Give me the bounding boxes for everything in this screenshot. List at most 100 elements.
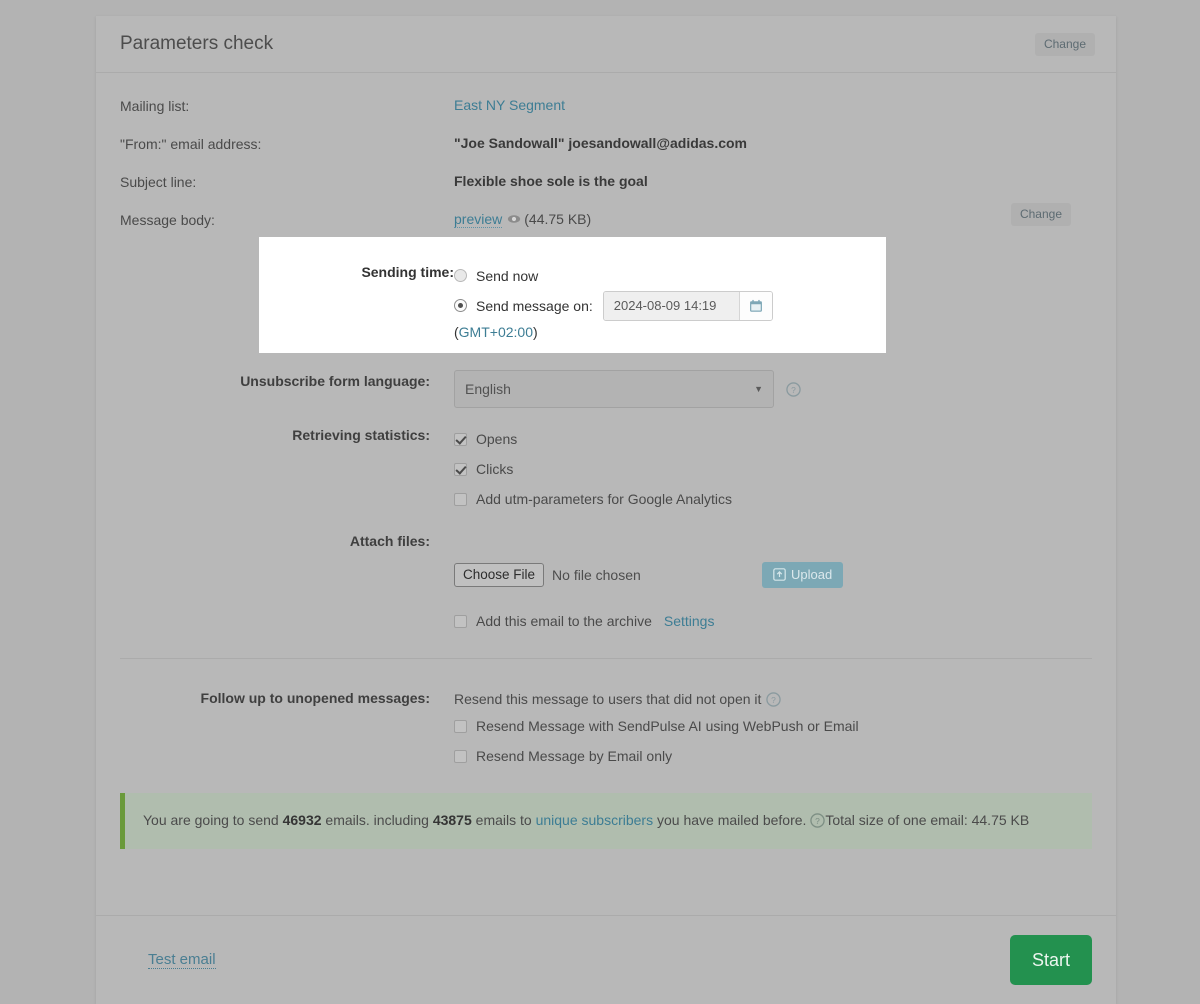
svg-text:?: ?	[815, 816, 820, 826]
unique-subscribers-link[interactable]: unique subscribers	[536, 812, 654, 828]
row-message-body: Message body: preview(44.75 KB) Change	[120, 209, 1092, 230]
row-from-address: "From:" email address: "Joe Sandowall" j…	[120, 133, 1092, 154]
mailing-list-link[interactable]: East NY Segment	[454, 97, 565, 113]
upload-button-label: Upload	[791, 568, 832, 581]
value-unsubscribe-language: English ▼ ?	[454, 370, 1092, 408]
sending-time-spotlight: Sending time: Send now Send message on: …	[259, 237, 886, 353]
datetime-picker[interactable]	[603, 291, 773, 321]
checkbox-row-opens[interactable]: Opens	[454, 424, 1092, 454]
checkbox-row-archive[interactable]: Add this email to the archive Settings	[454, 606, 1092, 636]
banner-text-1: You are going to send	[143, 812, 283, 828]
value-from-address: "Joe Sandowall" joesandowall@adidas.com	[454, 133, 1092, 153]
help-icon-followup[interactable]: ?	[766, 690, 781, 705]
banner-text-5: Total size of one email: 44.75 KB	[825, 812, 1029, 828]
help-icon-banner[interactable]: ?	[810, 810, 825, 825]
label-message-body: Message body:	[120, 209, 454, 230]
checkbox-row-resend-ai[interactable]: Resend Message with SendPulse AI using W…	[454, 711, 1092, 741]
checkbox-resend-sendpulse-ai[interactable]	[454, 720, 467, 733]
value-attach-files: Choose File No file chosen Upload Add th…	[454, 530, 1092, 636]
calendar-button[interactable]	[739, 292, 772, 320]
sending-time-panel: Sending time: Send now Send message on: …	[259, 237, 886, 263]
checkbox-label-opens: Opens	[476, 429, 517, 449]
checkbox-opens[interactable]	[454, 433, 467, 446]
label-follow-up: Follow up to unopened messages:	[120, 687, 454, 708]
value-mailing-list: East NY Segment	[454, 95, 1092, 115]
value-follow-up: Resend this message to users that did no…	[454, 687, 1092, 771]
preview-link[interactable]: preview	[454, 211, 502, 228]
attach-files-spacer	[454, 530, 1092, 560]
checkbox-utm-parameters[interactable]	[454, 493, 467, 506]
row-subject-line: Subject line: Flexible shoe sole is the …	[120, 171, 1092, 192]
row-unsubscribe-language: Unsubscribe form language: English ▼ ?	[120, 370, 1092, 408]
attach-gap	[454, 590, 1092, 606]
change-button-header[interactable]: Change	[1035, 33, 1095, 56]
card-header: Parameters check Change	[96, 16, 1116, 73]
row-follow-up: Follow up to unopened messages: Resend t…	[120, 687, 1092, 771]
value-message-body: preview (44.75 KB)	[454, 209, 1092, 229]
summary-banner: You are going to send 46932 emails. incl…	[120, 793, 1092, 849]
follow-up-description: Resend this message to users that did no…	[454, 691, 761, 707]
banner-total-count: 46932	[283, 812, 322, 828]
checkbox-clicks[interactable]	[454, 463, 467, 476]
radio-send-message-on[interactable]	[454, 299, 467, 312]
checkbox-label-resend-email-only: Resend Message by Email only	[476, 746, 672, 766]
checkbox-label-resend-sendpulse-ai: Resend Message with SendPulse AI using W…	[476, 716, 859, 736]
chevron-down-icon: ▼	[754, 379, 763, 399]
label-unsubscribe-language: Unsubscribe form language:	[120, 370, 454, 391]
follow-up-description-line: Resend this message to users that did no…	[454, 687, 1092, 711]
timezone-link[interactable]: GMT+02:00	[459, 324, 533, 340]
test-email-link[interactable]: Test email	[148, 951, 216, 969]
label-sending-time: Sending time:	[259, 264, 454, 280]
radio-send-now[interactable]	[454, 269, 467, 282]
file-input-row: Choose File No file chosen Upload	[454, 560, 1092, 590]
banner-text-4: you have mailed before.	[653, 812, 810, 828]
no-file-chosen-text: No file chosen	[552, 565, 641, 585]
checkbox-add-to-archive[interactable]	[454, 615, 467, 628]
banner-unique-count: 43875	[433, 812, 472, 828]
label-retrieving-statistics: Retrieving statistics:	[120, 424, 454, 445]
radio-label-send-now: Send now	[476, 268, 538, 284]
card-body: Mailing list: East NY Segment "From:" em…	[96, 73, 1116, 915]
parameters-check-card: Parameters check Change Mailing list: Ea…	[96, 16, 1116, 1004]
checkbox-label-add-to-archive: Add this email to the archive	[476, 611, 652, 631]
checkbox-row-utm[interactable]: Add utm-parameters for Google Analytics	[454, 484, 1092, 514]
calendar-icon	[749, 299, 763, 313]
row-mailing-list: Mailing list: East NY Segment	[120, 95, 1092, 116]
archive-settings-link[interactable]: Settings	[664, 611, 715, 631]
radio-label-send-message-on: Send message on:	[476, 298, 593, 314]
banner-text-2: emails. including	[322, 812, 433, 828]
checkbox-label-utm-parameters: Add utm-parameters for Google Analytics	[476, 489, 732, 509]
upload-button[interactable]: Upload	[762, 562, 843, 588]
label-from-address: "From:" email address:	[120, 133, 454, 154]
banner-text-3: emails to	[472, 812, 536, 828]
page-title: Parameters check	[120, 33, 273, 55]
checkbox-resend-email-only[interactable]	[454, 750, 467, 763]
upload-icon	[773, 568, 786, 581]
card-footer: Test email Start	[96, 915, 1116, 1004]
unsubscribe-language-selected: English	[465, 379, 511, 399]
row-retrieving-statistics: Retrieving statistics: Opens Clicks Add …	[120, 424, 1092, 514]
sending-time-options: Send now Send message on:	[454, 263, 773, 323]
value-retrieving-statistics: Opens Clicks Add utm-parameters for Goog…	[454, 424, 1092, 514]
choose-file-button[interactable]: Choose File	[454, 563, 544, 587]
radio-row-send-now[interactable]: Send now	[454, 263, 773, 288]
value-subject-line: Flexible shoe sole is the goal	[454, 171, 1092, 191]
svg-text:?: ?	[772, 695, 777, 705]
label-subject-line: Subject line:	[120, 171, 454, 192]
checkbox-row-clicks[interactable]: Clicks	[454, 454, 1092, 484]
help-icon-unsubscribe[interactable]: ?	[786, 382, 801, 397]
eye-icon	[507, 211, 521, 225]
label-mailing-list: Mailing list:	[120, 95, 454, 116]
checkbox-row-resend-email[interactable]: Resend Message by Email only	[454, 741, 1092, 771]
checkbox-label-clicks: Clicks	[476, 459, 513, 479]
svg-text:?: ?	[791, 384, 796, 394]
label-attach-files: Attach files:	[120, 530, 454, 551]
change-button-body[interactable]: Change	[1011, 203, 1071, 226]
timezone-suffix: )	[533, 324, 538, 340]
radio-row-send-message-on[interactable]: Send message on:	[454, 293, 773, 318]
section-divider	[120, 658, 1092, 659]
message-body-size: (44.75 KB)	[524, 211, 591, 227]
row-attach-files: Attach files: Choose File No file chosen…	[120, 530, 1092, 636]
datetime-input[interactable]	[604, 292, 739, 320]
unsubscribe-language-select[interactable]: English ▼	[454, 370, 774, 408]
